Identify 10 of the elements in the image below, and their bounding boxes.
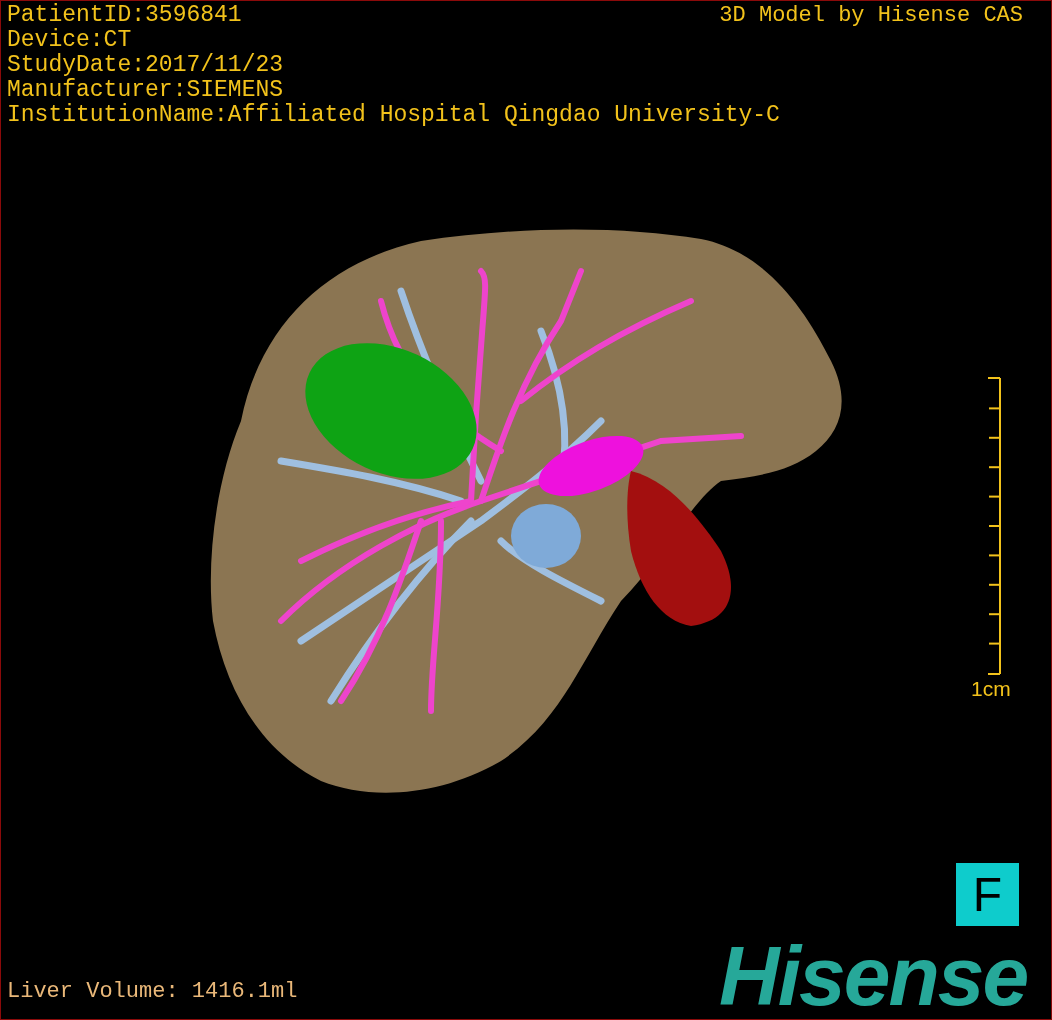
patient-info-text: Manufacturer:SIEMENS bbox=[7, 78, 284, 103]
scale-bar-label: 1cm bbox=[971, 676, 1011, 701]
liver-volume-text: Liver Volume: 1416.1ml bbox=[7, 979, 298, 1004]
viewer-title: 3D Model by Hisense CAS bbox=[719, 3, 1023, 28]
patient-info-text: Device:CT bbox=[7, 28, 132, 53]
patient-info-text: InstitutionName:Affiliated Hospital Qingdao University-C bbox=[7, 103, 780, 128]
patient-info-text: PatientID:3596841 bbox=[7, 3, 242, 28]
orientation-marker: F bbox=[956, 863, 1019, 926]
patient-info-text: StudyDate:2017/11/23 bbox=[7, 53, 284, 78]
logo: Hisense bbox=[719, 931, 1028, 1019]
